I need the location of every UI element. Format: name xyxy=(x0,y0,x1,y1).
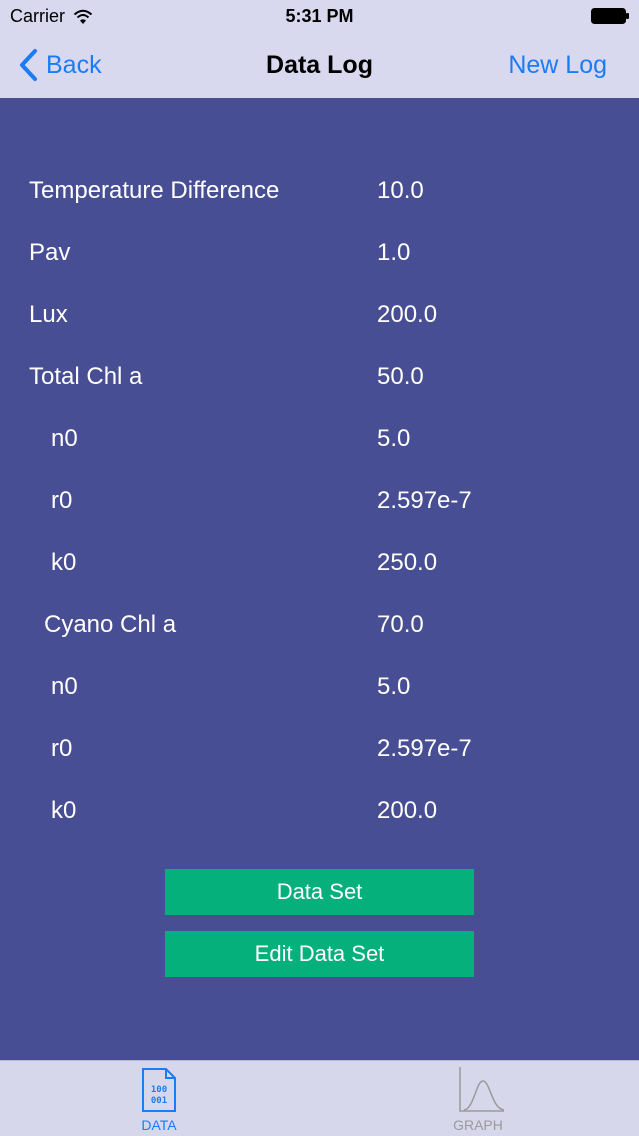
tab-data[interactable]: 100 001 DATA xyxy=(99,1061,219,1136)
row-value: 200.0 xyxy=(377,797,438,824)
row-label: k0 xyxy=(51,797,77,824)
row-value: 250.0 xyxy=(377,549,438,576)
row-total-r0: r0 2.597e-7 xyxy=(0,470,639,532)
row-cyano-n0: n0 5.0 xyxy=(0,656,639,718)
tab-label: GRAPH xyxy=(453,1117,503,1133)
edit-data-set-button[interactable]: Edit Data Set xyxy=(165,931,474,977)
row-label: n0 xyxy=(51,425,78,452)
row-label: Lux xyxy=(29,301,68,328)
row-value: 2.597e-7 xyxy=(377,735,472,762)
row-label: n0 xyxy=(51,673,78,700)
battery-icon xyxy=(591,8,629,24)
row-total-n0: n0 5.0 xyxy=(0,408,639,470)
row-cyano-chl-a: Cyano Chl a 70.0 xyxy=(0,594,639,656)
row-total-chl-a: Total Chl a 50.0 xyxy=(0,346,639,408)
navigation-bar: Back Data Log New Log xyxy=(0,34,639,98)
row-temperature-difference: Temperature Difference 10.0 xyxy=(0,160,639,222)
row-value: 5.0 xyxy=(377,673,411,700)
row-cyano-k0: k0 200.0 xyxy=(0,780,639,842)
top-bar: Carrier 5:31 PM Back Data Log New Log xyxy=(0,0,639,98)
row-lux: Lux 200.0 xyxy=(0,284,639,346)
row-label: k0 xyxy=(51,549,77,576)
row-value: 10.0 xyxy=(377,177,424,204)
row-label: Pav xyxy=(29,239,71,266)
tab-graph[interactable]: GRAPH xyxy=(418,1061,538,1136)
row-value: 1.0 xyxy=(377,239,411,266)
row-value: 50.0 xyxy=(377,363,424,390)
row-cyano-r0: r0 2.597e-7 xyxy=(0,718,639,780)
tab-bar: 100 001 DATA GRAPH xyxy=(0,1060,639,1136)
data-file-icon: 100 001 xyxy=(142,1068,176,1112)
row-value: 2.597e-7 xyxy=(377,487,472,514)
row-value: 5.0 xyxy=(377,425,411,452)
row-pav: Pav 1.0 xyxy=(0,222,639,284)
row-value: 70.0 xyxy=(377,611,424,638)
row-value: 200.0 xyxy=(377,301,438,328)
tab-label: DATA xyxy=(141,1117,177,1133)
row-label: Temperature Difference xyxy=(29,177,280,204)
graph-curve-icon xyxy=(459,1067,504,1112)
row-label: Total Chl a xyxy=(29,363,143,390)
row-label: r0 xyxy=(51,487,73,514)
data-set-button[interactable]: Data Set xyxy=(165,869,474,915)
row-total-k0: k0 250.0 xyxy=(0,532,639,594)
svg-text:100: 100 xyxy=(151,1085,167,1095)
row-label: r0 xyxy=(51,735,73,762)
svg-text:001: 001 xyxy=(151,1096,167,1106)
status-bar: Carrier 5:31 PM xyxy=(0,0,639,34)
new-log-button[interactable]: New Log xyxy=(508,51,607,80)
row-label: Cyano Chl a xyxy=(44,611,177,638)
status-time: 5:31 PM xyxy=(285,6,354,26)
